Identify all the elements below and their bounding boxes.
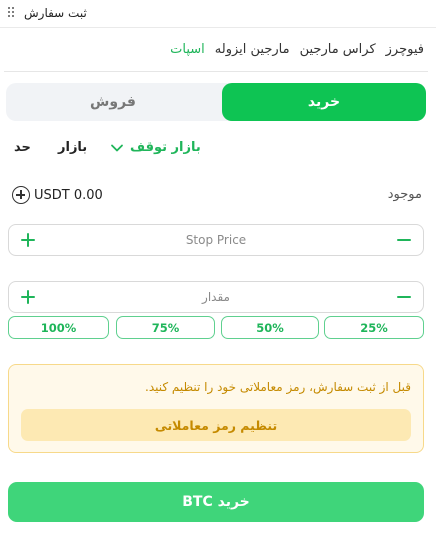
percent-100-button[interactable]: 100%: [8, 316, 109, 339]
order-type-stop-market[interactable]: بازار توقف: [110, 140, 201, 155]
balance-value: USDT 0.00: [34, 188, 103, 203]
buy-btc-button[interactable]: خرید BTC: [8, 482, 424, 522]
increment-plus-icon[interactable]: [20, 289, 36, 305]
stop-price-input[interactable]: [49, 225, 383, 255]
buy-tab[interactable]: خرید: [222, 83, 426, 121]
trading-password-notice: قبل از ثبت سفارش، رمز معاملاتی خود را تن…: [8, 364, 424, 453]
order-type-market[interactable]: بازار: [58, 140, 87, 155]
order-type-limit[interactable]: حد: [14, 140, 31, 155]
chevron-down-icon: [111, 144, 123, 151]
window-titlebar[interactable]: ثبت سفارش: [0, 0, 436, 28]
plus-circle-icon[interactable]: [12, 186, 30, 204]
grip-dots-icon[interactable]: [8, 7, 16, 19]
order-type-stop-label: بازار توقف: [130, 140, 201, 155]
percentage-buttons: 100% 75% 50% 25%: [8, 316, 424, 340]
quantity-field: [8, 281, 424, 313]
decrement-minus-icon[interactable]: [396, 289, 412, 305]
tab-cross-margin[interactable]: کراس مارجین: [300, 42, 376, 66]
percent-75-button[interactable]: 75%: [116, 316, 215, 339]
decrement-minus-icon[interactable]: [396, 232, 412, 248]
market-tabs: اسپات مارجین ایزوله کراس مارجین فیوچرز: [170, 42, 424, 66]
buy-sell-toggle: فروش خرید: [6, 83, 426, 121]
tab-isolated-margin[interactable]: مارجین ایزوله: [215, 42, 290, 66]
stop-price-field: [8, 224, 424, 256]
tab-futures[interactable]: فیوچرز: [386, 42, 424, 66]
sell-tab[interactable]: فروش: [6, 83, 220, 121]
percent-50-button[interactable]: 50%: [221, 316, 319, 339]
increment-plus-icon[interactable]: [20, 232, 36, 248]
notice-message: قبل از ثبت سفارش، رمز معاملاتی خود را تن…: [145, 380, 411, 394]
tabs-divider: [4, 71, 428, 72]
window-title: ثبت سفارش: [24, 6, 87, 20]
tab-spot[interactable]: اسپات: [170, 42, 205, 66]
percent-25-button[interactable]: 25%: [324, 316, 424, 339]
balance-label: موجود: [387, 187, 422, 202]
quantity-input[interactable]: [49, 282, 383, 312]
set-trading-password-button[interactable]: تنظیم رمز معاملاتی: [21, 409, 411, 441]
